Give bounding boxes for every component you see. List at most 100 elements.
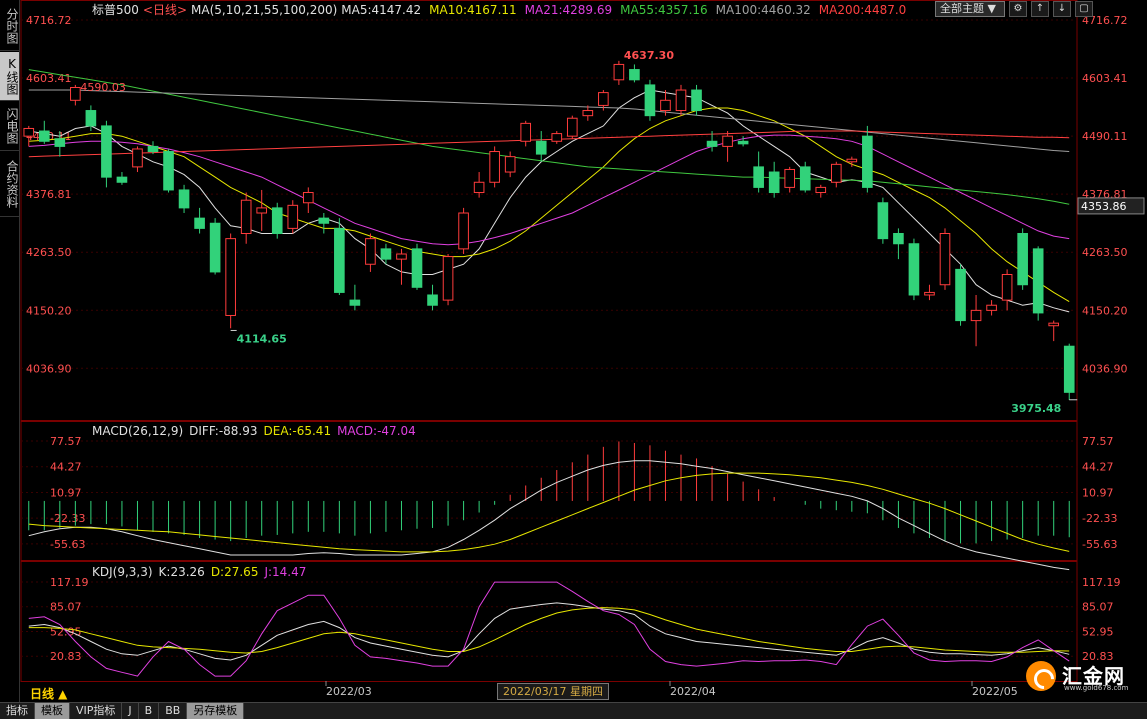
candle-body bbox=[318, 217, 330, 224]
tab-template[interactable]: 模板 bbox=[35, 703, 70, 719]
ma-value-1: MA10:4167.11 bbox=[429, 3, 517, 17]
macd-tick-right: 77.57 bbox=[1082, 435, 1114, 448]
y-tick-left: 4150.20 bbox=[26, 304, 72, 317]
candle-body bbox=[924, 291, 935, 296]
tab-contract-info[interactable]: 合约资料 bbox=[0, 152, 19, 217]
kdj-tick-left: 52.95 bbox=[50, 625, 82, 638]
candle-body bbox=[365, 238, 376, 265]
candle-body bbox=[815, 186, 827, 194]
panel-frame-2 bbox=[20, 561, 1078, 682]
crosshair-date: 2022/03/17 星期四 bbox=[497, 683, 609, 700]
tab-vip-indicators[interactable]: VIP指标 bbox=[70, 703, 123, 719]
kdj-d-line bbox=[28, 607, 1070, 654]
candle-body bbox=[535, 140, 547, 155]
gear-icon[interactable]: ⚙ bbox=[1009, 1, 1027, 17]
kdj-tick-left: 85.07 bbox=[50, 601, 82, 614]
candle-body bbox=[458, 212, 469, 250]
logo: 汇金网 www.gold678.com bbox=[1026, 658, 1138, 694]
candle-body bbox=[489, 151, 500, 183]
kdj-legend-1: K:23.26 bbox=[159, 565, 205, 579]
candle-body bbox=[830, 163, 842, 183]
candle-body bbox=[955, 268, 966, 322]
annotation-left-high: 4590.03 bbox=[80, 81, 126, 94]
candle-body bbox=[691, 89, 702, 112]
candle-body bbox=[722, 135, 733, 147]
x-axis-label: 2022/05 bbox=[972, 685, 1018, 698]
macd-legend-0: MACD(26,12,9) bbox=[92, 424, 183, 438]
kdj-legend-0: KDJ(9,3,3) bbox=[92, 565, 153, 579]
candle-body bbox=[675, 89, 687, 112]
candle-body bbox=[551, 133, 563, 142]
candle-body bbox=[706, 140, 718, 147]
candle-body bbox=[613, 63, 625, 81]
macd-tick-right: 44.27 bbox=[1082, 461, 1114, 474]
candle-body bbox=[209, 222, 221, 273]
tab-timeshare[interactable]: 分时图 bbox=[0, 2, 19, 51]
kdj-tick-right: 52.95 bbox=[1082, 625, 1114, 638]
up-arrow-icon[interactable]: ↑ bbox=[1031, 1, 1049, 17]
logo-url: www.gold678.com bbox=[1064, 684, 1129, 692]
y-tick-right: 4036.90 bbox=[1082, 362, 1128, 375]
tab-b[interactable]: B bbox=[139, 703, 160, 719]
kdj-legend-2: D:27.65 bbox=[211, 565, 259, 579]
tab-save-template[interactable]: 另存模板 bbox=[187, 703, 245, 719]
candle-body bbox=[132, 148, 143, 168]
ma-value-0: MA5:4147.42 bbox=[341, 3, 421, 17]
kdj-tick-right: 85.07 bbox=[1082, 601, 1114, 614]
tab-bb[interactable]: BB bbox=[159, 703, 188, 719]
candle-body bbox=[598, 92, 609, 106]
candle-body bbox=[85, 110, 97, 127]
y-tick-left: 4263.50 bbox=[26, 246, 72, 259]
candle-body bbox=[101, 125, 112, 178]
macd-legend-1: DIFF:-88.93 bbox=[189, 424, 257, 438]
candle-body bbox=[194, 217, 205, 229]
tab-j[interactable]: J bbox=[122, 703, 139, 719]
x-axis-label: 2022/04 bbox=[670, 685, 716, 698]
macd-tick-right: -22.33 bbox=[1082, 512, 1117, 525]
ma-value-3: MA55:4357.16 bbox=[620, 3, 708, 17]
macd-tick-right: -55.63 bbox=[1082, 538, 1117, 551]
chart-area[interactable]: 4716.724716.724603.414603.414490.114490.… bbox=[20, 0, 1147, 702]
restore-icon[interactable]: ▢ bbox=[1075, 1, 1093, 17]
theme-dropdown[interactable]: 全部主题 ▼ bbox=[935, 1, 1005, 17]
candle-body bbox=[660, 99, 671, 112]
panel-frame-0 bbox=[20, 0, 1078, 421]
candle-body bbox=[893, 233, 904, 245]
candle-body bbox=[271, 207, 283, 235]
annotation-low1: 4114.65 bbox=[237, 332, 287, 345]
candle-body bbox=[986, 304, 997, 311]
candle-body bbox=[846, 158, 858, 163]
candle-body bbox=[504, 156, 516, 173]
y-tick-left: 4603.41 bbox=[26, 72, 72, 85]
candle-body bbox=[737, 140, 749, 145]
candle-body bbox=[1063, 345, 1075, 393]
candle-body bbox=[1032, 248, 1044, 314]
kdj-tick-left: 20.83 bbox=[50, 650, 82, 663]
candle-body bbox=[799, 166, 811, 191]
candle-body bbox=[784, 168, 796, 188]
down-arrow-icon[interactable]: ↓ bbox=[1053, 1, 1071, 17]
candle-body bbox=[768, 171, 780, 194]
bottom-tab-bar: 指标 模板 VIP指标 J B BB 另存模板 bbox=[0, 702, 1147, 719]
candle-body bbox=[442, 256, 454, 301]
panel-frame-1 bbox=[20, 421, 1078, 561]
y-tick-right: 4490.11 bbox=[1082, 130, 1128, 143]
y-tick-left: 4376.81 bbox=[26, 188, 72, 201]
tab-indicators[interactable]: 指标 bbox=[0, 703, 35, 719]
candle-body bbox=[38, 130, 50, 142]
candle-body bbox=[225, 238, 236, 316]
tab-lightning[interactable]: 闪电图 bbox=[0, 102, 19, 151]
logo-icon bbox=[1026, 661, 1059, 694]
macd-tick-left: -55.63 bbox=[50, 538, 85, 551]
y-tick-right: 4263.50 bbox=[1082, 246, 1128, 259]
period-selector[interactable]: 日线 ▲ bbox=[30, 685, 67, 702]
y-tick-left: 4036.90 bbox=[26, 362, 72, 375]
y-tick-left: 4716.72 bbox=[26, 14, 72, 27]
candle-body bbox=[116, 176, 128, 183]
candle-body bbox=[163, 151, 174, 191]
candle-body bbox=[877, 202, 889, 240]
candle-body bbox=[1017, 233, 1028, 286]
candle-body bbox=[287, 204, 299, 229]
y-tick-right: 4150.20 bbox=[1082, 304, 1128, 317]
tab-kline[interactable]: K线图 bbox=[0, 52, 19, 101]
